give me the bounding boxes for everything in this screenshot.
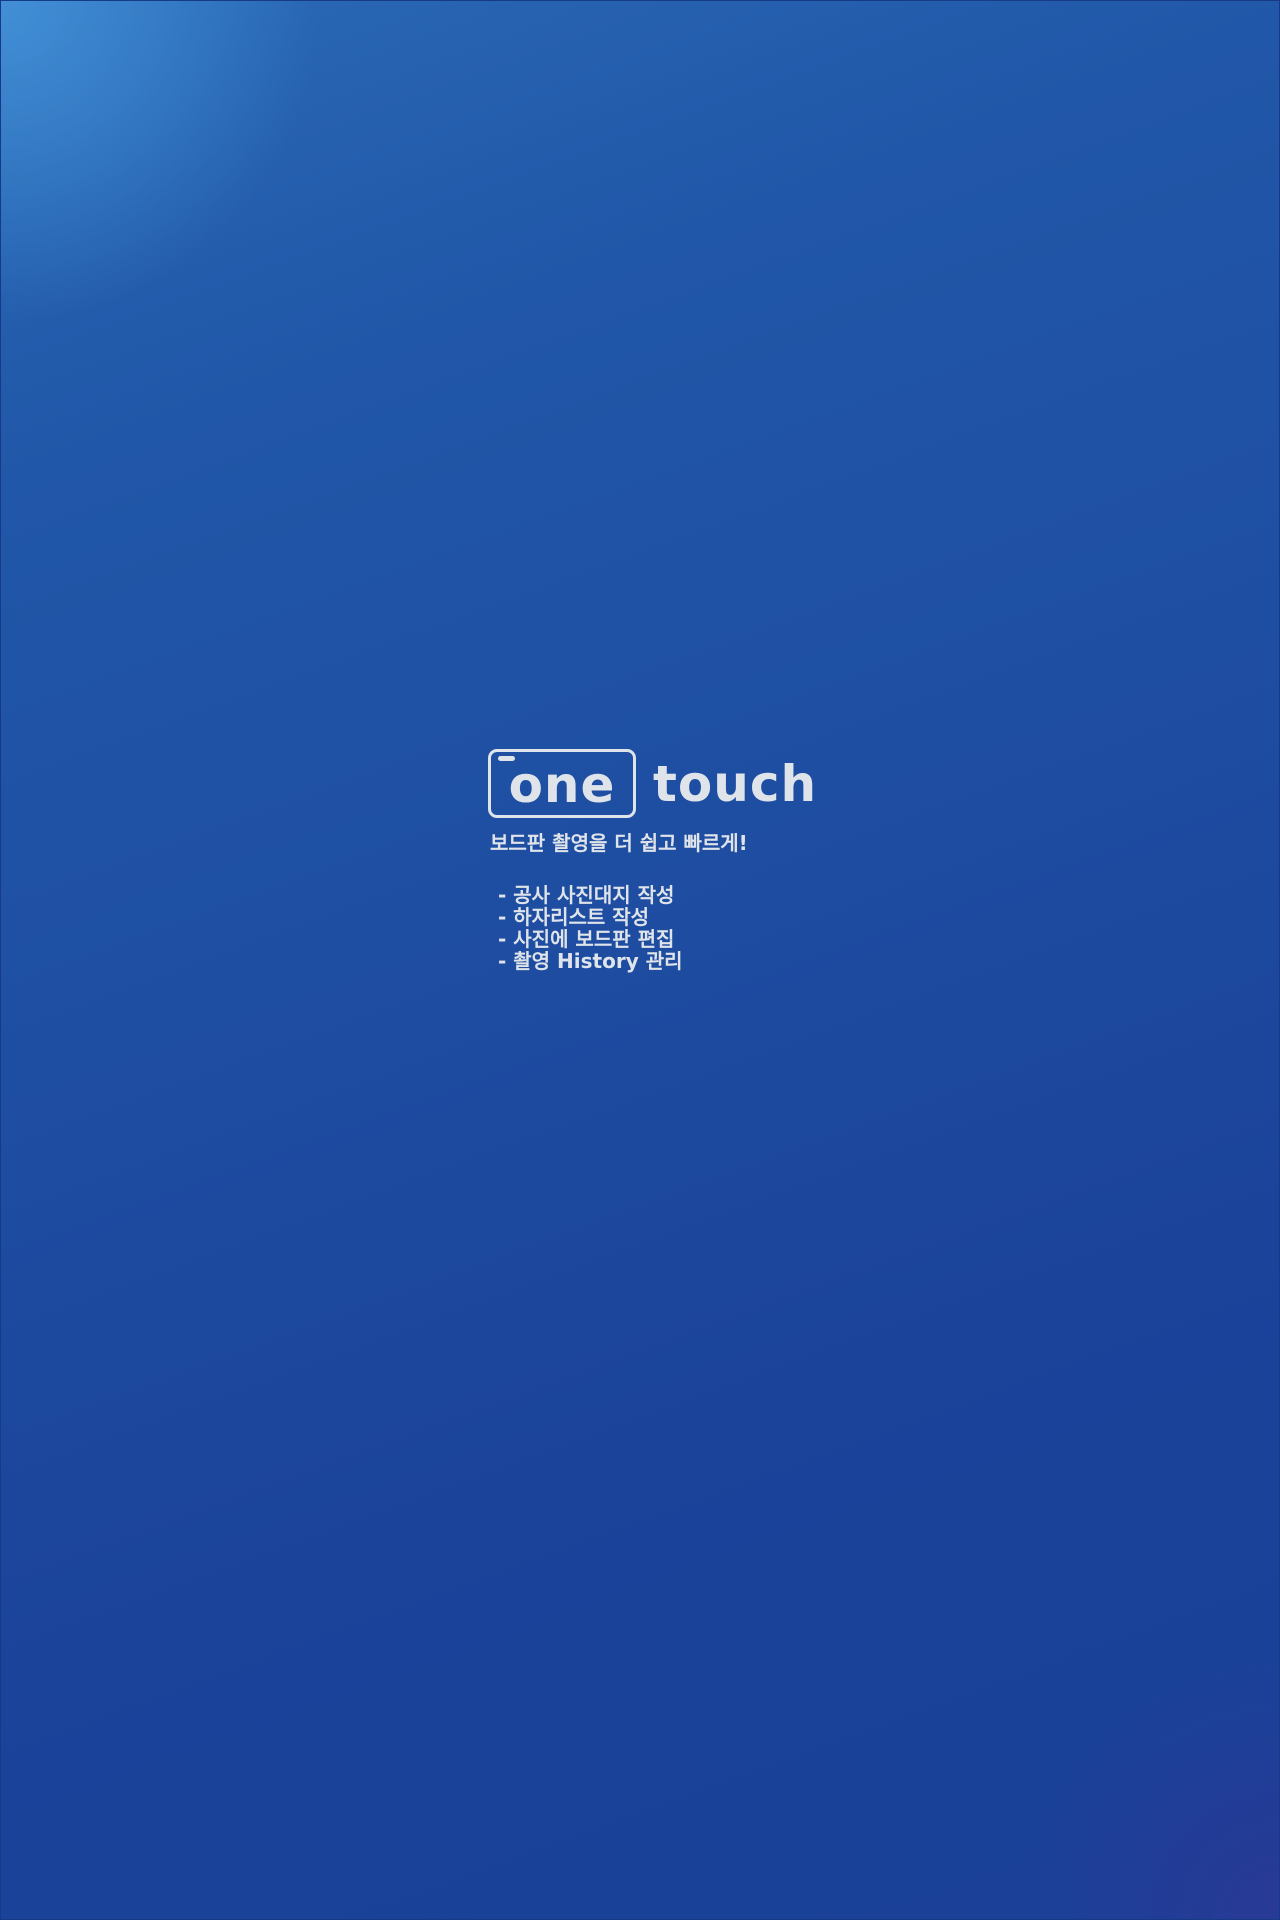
feature-list: - 공사 사진대지 작성 - 하자리스트 작성 - 사진에 보드판 편집 - 촬…	[498, 884, 868, 972]
logo-word-touch: touch	[653, 755, 818, 813]
feature-item: - 사진에 보드판 편집	[498, 927, 675, 951]
splash-screen: one touch 보드판 촬영을 더 쉽고 빠르게! - 공사 사진대지 작성…	[0, 0, 1280, 1920]
tagline: 보드판 촬영을 더 쉽고 빠르게!	[490, 831, 748, 855]
camera-frame-icon: one	[488, 748, 636, 818]
feature-item: - 촬영 History 관리	[498, 949, 683, 973]
feature-item: - 공사 사진대지 작성	[498, 883, 675, 907]
logo-word-one: one	[508, 756, 616, 814]
feature-item: - 하자리스트 작성	[498, 905, 650, 929]
splash-content: one touch 보드판 촬영을 더 쉽고 빠르게! - 공사 사진대지 작성…	[488, 746, 868, 972]
camera-flash-icon	[498, 755, 515, 761]
app-logo: one touch	[488, 746, 868, 820]
